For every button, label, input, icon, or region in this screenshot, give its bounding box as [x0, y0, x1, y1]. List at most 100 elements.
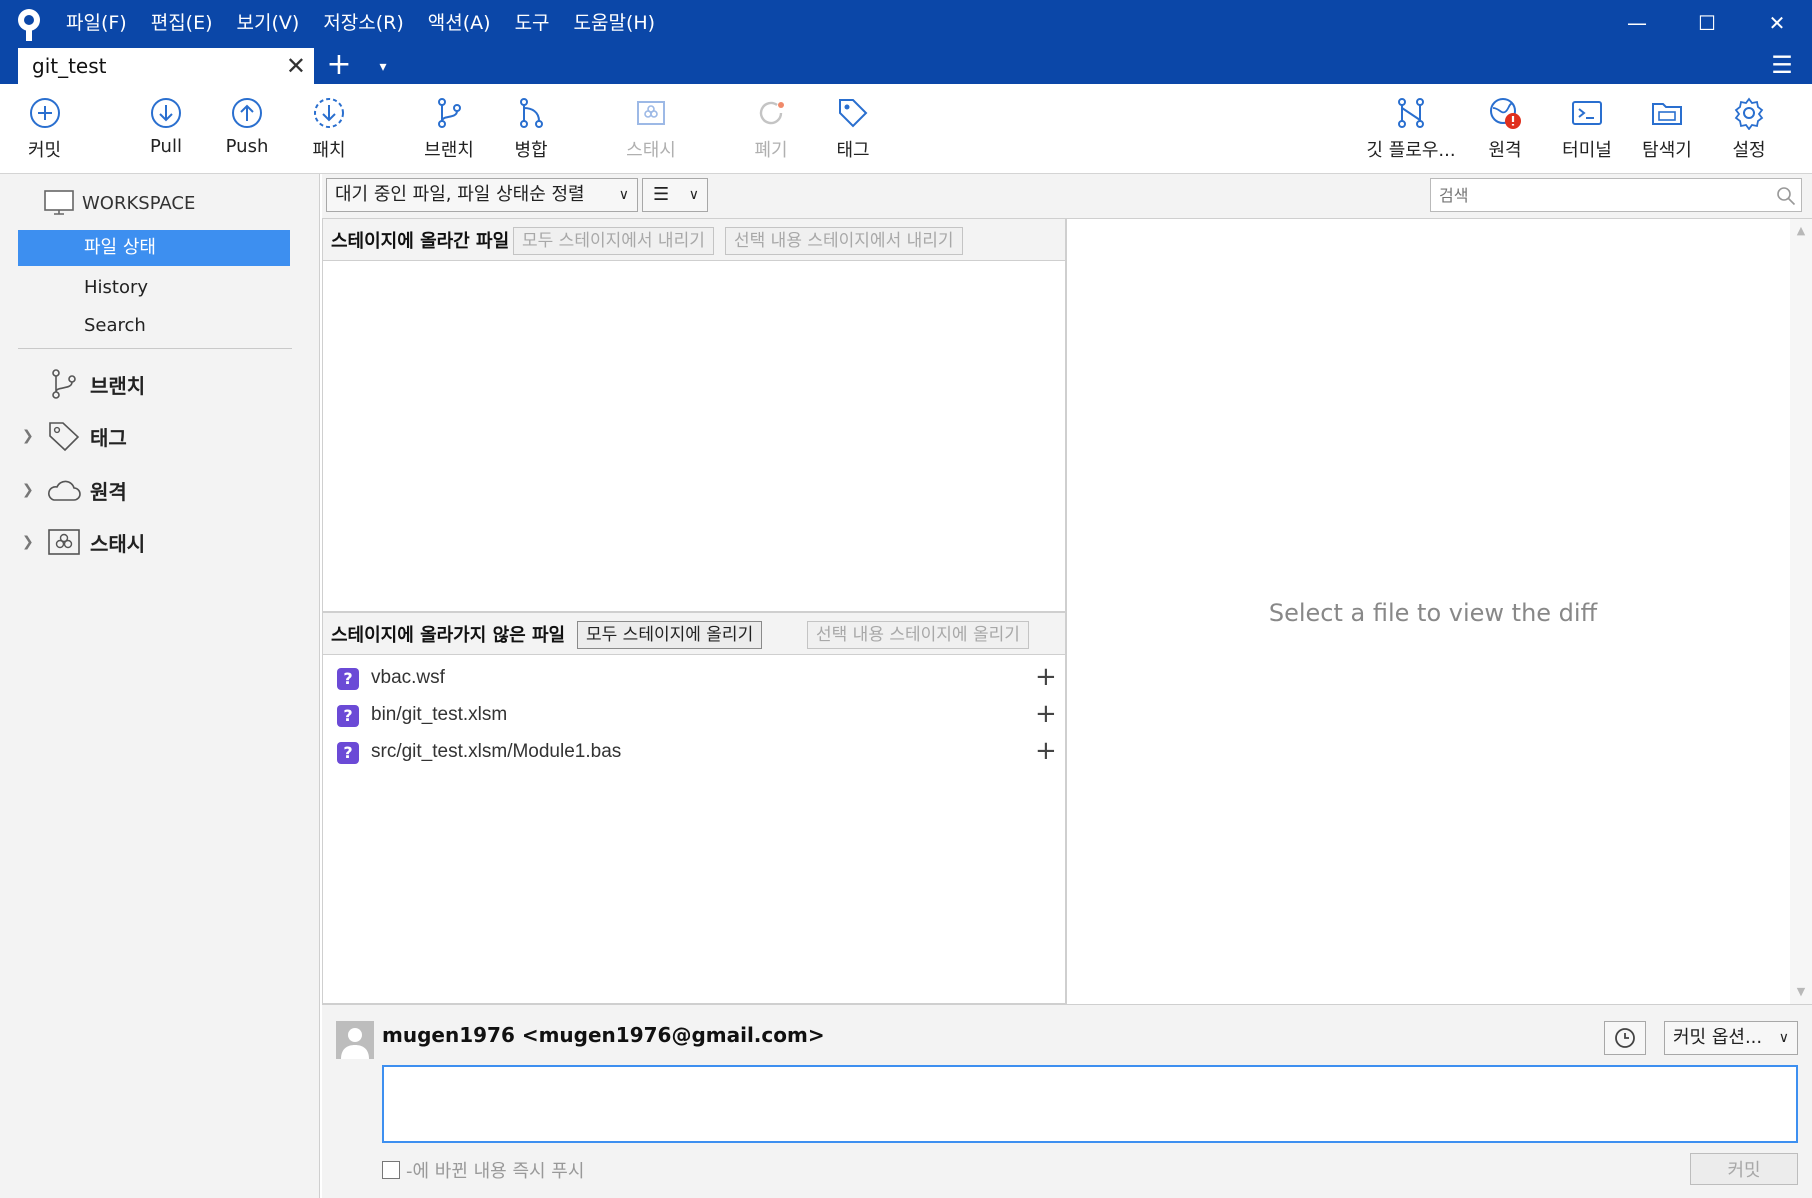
branch-tool-button[interactable]: 브랜치	[404, 96, 494, 162]
branch-icon	[438, 98, 461, 128]
push-tool-button[interactable]: Push	[202, 96, 292, 157]
tab-close-icon[interactable]: ✕	[286, 48, 306, 84]
file-filter-bar: 대기 중인 파일, 파일 상태순 정렬 ∨ ☰ ∨	[322, 174, 1812, 218]
menu-file[interactable]: 파일(F)	[66, 10, 127, 36]
scroll-up-icon[interactable]: ▲	[1790, 221, 1812, 241]
sidebar-group-branches[interactable]: 브랜치	[22, 366, 145, 402]
cloud-icon	[48, 480, 81, 501]
remote-tool-button[interactable]: 원격	[1460, 96, 1550, 162]
maximize-button[interactable]: ☐	[1680, 8, 1734, 38]
unstage-all-button[interactable]: 모두 스테이지에서 내리기	[513, 227, 714, 255]
gitflow-tool-button[interactable]: 깃 플로우...	[1364, 96, 1458, 162]
commit-message-input[interactable]	[382, 1065, 1798, 1143]
chevron-right-icon[interactable]: ❯	[22, 428, 42, 444]
remote-globe-alert-icon	[1490, 98, 1521, 129]
commit-button[interactable]: 커밋	[1690, 1153, 1798, 1185]
stage-file-plus-icon[interactable]: +	[1035, 700, 1057, 728]
stash-tool-button[interactable]: 스태시	[606, 96, 696, 162]
chevron-down-icon: ∨	[688, 187, 699, 203]
commit-tool-button[interactable]: 커밋	[0, 96, 90, 162]
search-icon[interactable]	[1776, 186, 1796, 206]
scroll-down-icon[interactable]: ▼	[1790, 982, 1812, 1002]
unstaged-header: 스테이지에 올라가지 않은 파일 모두 스테이지에 올리기 선택 내용 스테이지…	[323, 613, 1065, 655]
menu-edit[interactable]: 편집(E)	[151, 10, 213, 36]
push-immediately-label: -에 바뀐 내용 즉시 푸시	[406, 1161, 585, 1182]
merge-tool-button[interactable]: 병합	[486, 96, 576, 162]
sidebar-item-history[interactable]: History	[18, 270, 290, 306]
gear-icon	[1734, 97, 1764, 130]
push-arrow-up-icon	[232, 98, 262, 128]
commit-options-dropdown[interactable]: 커밋 옵션... ∨	[1664, 1021, 1798, 1055]
remote-tool-label: 원격	[1488, 140, 1522, 161]
menu-help[interactable]: 도움말(H)	[574, 10, 656, 36]
untracked-status-icon: ?	[337, 742, 359, 764]
commit-history-button[interactable]	[1604, 1021, 1646, 1055]
unstage-selected-button[interactable]: 선택 내용 스테이지에서 내리기	[725, 227, 963, 255]
push-tool-label: Push	[225, 136, 269, 157]
chevron-down-icon: ∨	[618, 187, 629, 203]
settings-tool-button[interactable]: 설정	[1704, 96, 1794, 162]
file-row[interactable]: ? bin/git_test.xlsm +	[323, 698, 1063, 732]
menu-actions[interactable]: 액션(A)	[428, 10, 491, 36]
clock-icon	[1615, 1028, 1635, 1048]
file-sort-dropdown[interactable]: 대기 중인 파일, 파일 상태순 정렬 ∨	[326, 178, 638, 212]
stash-box-icon	[637, 101, 665, 125]
chevron-right-icon[interactable]: ❯	[22, 482, 42, 498]
tab-list-dropdown[interactable]: ▾	[368, 52, 398, 82]
toolbar: 커밋 Pull Push 패치 브랜치 병합 스태시 폐기 태그 깃 플로우..…	[0, 84, 1812, 174]
terminal-tool-button[interactable]: 터미널	[1542, 96, 1632, 162]
checkbox-box[interactable]	[382, 1161, 400, 1179]
explorer-tool-button[interactable]: 탐색기	[1622, 96, 1712, 162]
discard-tool-label: 폐기	[754, 140, 788, 161]
pull-tool-label: Pull	[150, 136, 182, 157]
view-mode-dropdown[interactable]: ☰ ∨	[642, 178, 708, 212]
menu-tools[interactable]: 도구	[515, 10, 550, 36]
tag-icon	[839, 99, 868, 128]
unstaged-title: 스테이지에 올라가지 않은 파일	[331, 625, 566, 646]
sidebar-item-file-status[interactable]: 파일 상태	[18, 230, 290, 266]
settings-tool-label: 설정	[1732, 140, 1766, 161]
stage-selected-button[interactable]: 선택 내용 스테이지에 올리기	[807, 621, 1029, 649]
sidebar-group-label: 태그	[90, 425, 127, 450]
file-row[interactable]: ? vbac.wsf +	[323, 661, 1063, 695]
workspace-header: WORKSPACE	[44, 190, 195, 216]
diff-placeholder-text: Select a file to view the diff	[1268, 599, 1598, 627]
sourcetree-logo-icon[interactable]	[14, 8, 44, 42]
tag-tool-button[interactable]: 태그	[808, 96, 898, 162]
merge-tool-label: 병합	[514, 140, 548, 161]
stash-box-icon	[48, 529, 80, 555]
push-immediately-checkbox[interactable]: -에 바뀐 내용 즉시 푸시	[382, 1157, 584, 1183]
stage-file-plus-icon[interactable]: +	[1035, 663, 1057, 691]
sidebar-group-tags[interactable]: ❯ 태그	[22, 418, 127, 454]
git-flow-icon	[1398, 98, 1424, 128]
pull-tool-button[interactable]: Pull	[121, 96, 211, 157]
tab-git-test[interactable]: git_test ✕	[18, 48, 314, 84]
sidebar-group-remotes[interactable]: ❯ 원격	[22, 472, 127, 508]
fetch-tool-button[interactable]: 패치	[284, 96, 374, 162]
stage-file-plus-icon[interactable]: +	[1035, 737, 1057, 765]
workspace-label: WORKSPACE	[82, 192, 196, 214]
title-bar: 파일(F) 편집(E) 보기(V) 저장소(R) 액션(A) 도구 도움말(H)…	[0, 0, 1812, 84]
search-input[interactable]	[1430, 178, 1802, 212]
close-window-button[interactable]: ✕	[1750, 8, 1804, 38]
diff-scrollbar[interactable]: ▲ ▼	[1790, 219, 1812, 1004]
pull-arrow-down-icon	[151, 98, 181, 128]
file-row[interactable]: ? src/git_test.xlsm/Module1.bas +	[323, 735, 1063, 769]
chevron-right-icon[interactable]: ❯	[22, 534, 42, 550]
commit-panel: mugen1976 <mugen1976@gmail.com> 커밋 옵션...…	[322, 1004, 1812, 1198]
sidebar-item-search[interactable]: Search	[18, 308, 290, 344]
chevron-down-icon: ∨	[1778, 1030, 1789, 1046]
discard-tool-button[interactable]: 폐기	[726, 96, 816, 162]
add-tab-button[interactable]: +	[322, 48, 356, 84]
staged-header: 스테이지에 올라간 파일 모두 스테이지에서 내리기 선택 내용 스테이지에서 …	[323, 219, 1065, 261]
minimize-button[interactable]: —	[1610, 8, 1664, 38]
stage-all-button[interactable]: 모두 스테이지에 올리기	[577, 621, 763, 649]
terminal-icon	[1572, 101, 1602, 125]
branch-tool-label: 브랜치	[424, 140, 474, 161]
sidebar-group-stashes[interactable]: ❯ 스태시	[22, 524, 145, 560]
menu-repository[interactable]: 저장소(R)	[323, 10, 403, 36]
hamburger-menu-icon[interactable]: ☰	[1766, 50, 1798, 80]
staged-files-pane: 스테이지에 올라간 파일 모두 스테이지에서 내리기 선택 내용 스테이지에서 …	[322, 218, 1066, 612]
sidebar-divider	[18, 348, 292, 349]
menu-view[interactable]: 보기(V)	[237, 10, 300, 36]
